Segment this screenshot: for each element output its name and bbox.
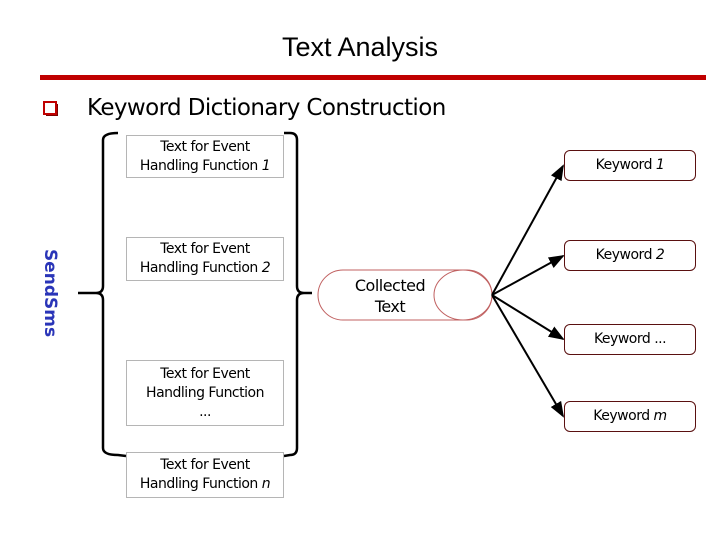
event-text-box: Text for Event Handling Function 2	[126, 237, 284, 281]
event-text-box: Text for Event Handling Function 1	[126, 135, 284, 178]
arrow-keyword-etc	[491, 294, 565, 341]
event-text-box: Text for Event Handling Function ...	[126, 360, 284, 426]
keyword-box: Keyword ...	[564, 324, 696, 355]
keyword-box: Keyword m	[564, 401, 696, 432]
sendsms-label: SendSms	[40, 248, 60, 338]
left-brace	[95, 131, 127, 458]
right-brace	[283, 131, 305, 458]
arrow-keyword-m	[491, 294, 565, 418]
collected-text-label: Collected Text	[354, 276, 426, 316]
keyword-box: Keyword 1	[564, 150, 696, 181]
keyword-box: Keyword 2	[564, 240, 696, 271]
event-text-box: Text for Event Handling Function n	[126, 452, 284, 498]
